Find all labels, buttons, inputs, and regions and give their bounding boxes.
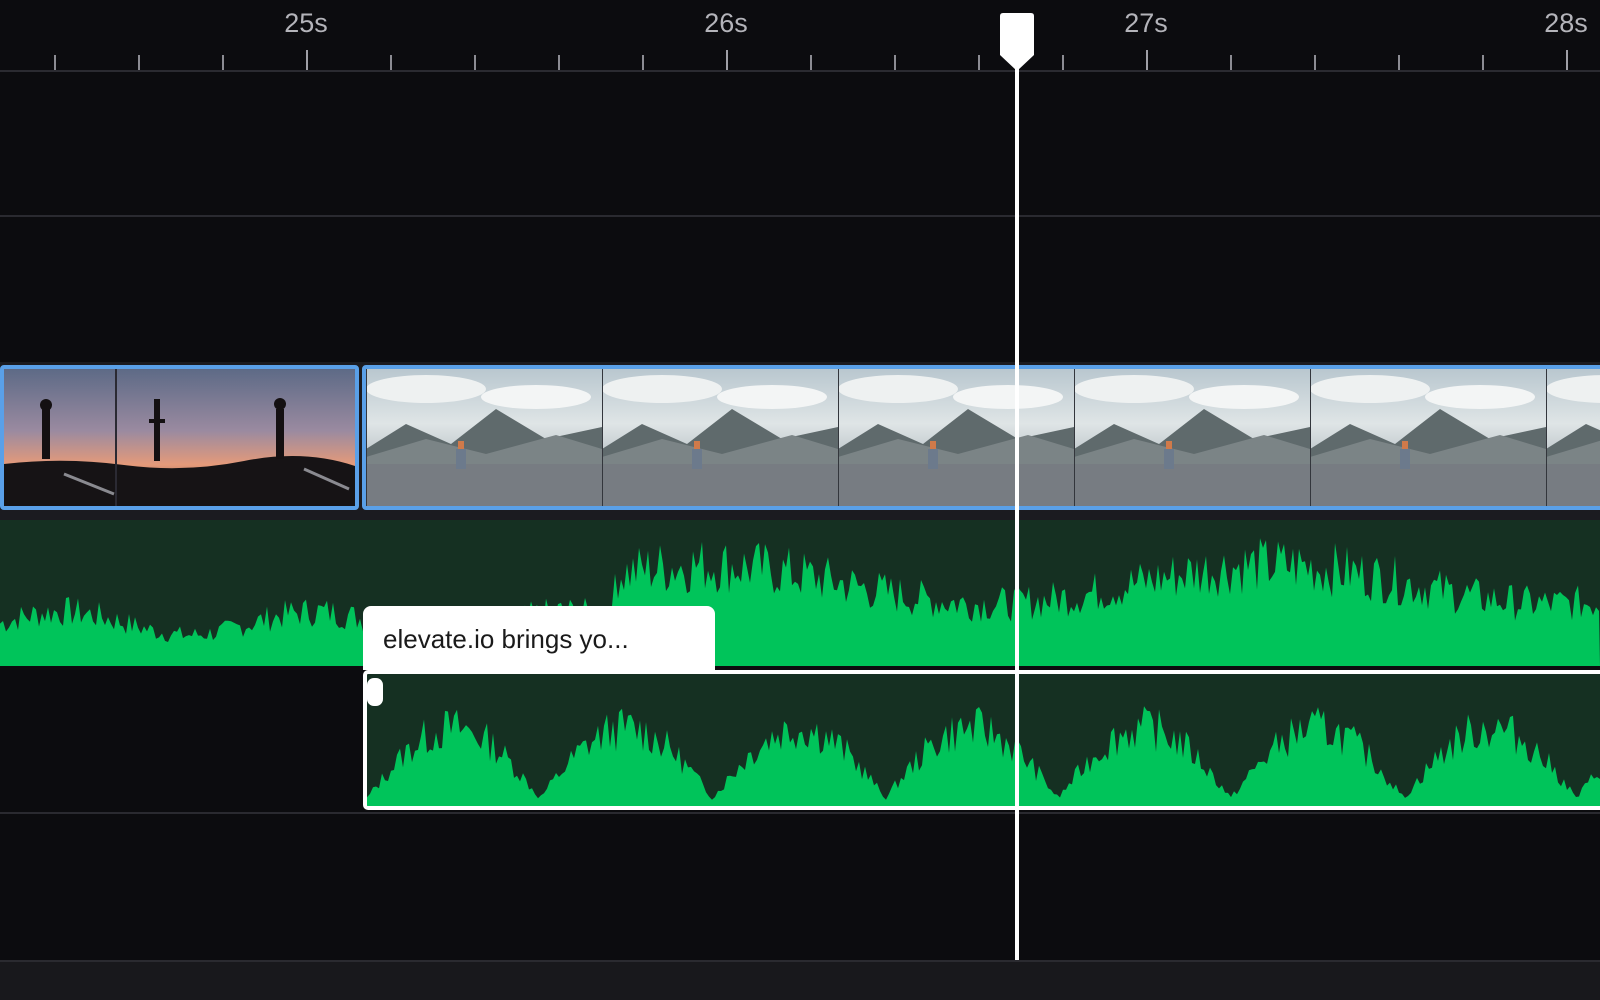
- ruler-tick: [222, 55, 224, 70]
- playhead-line[interactable]: [1015, 50, 1019, 960]
- audio-track-music[interactable]: [0, 520, 1600, 666]
- ruler-tick: [390, 55, 392, 70]
- playhead-handle[interactable]: [1000, 13, 1034, 71]
- ruler-tick: [558, 55, 560, 70]
- clip-trim-handle[interactable]: [367, 678, 383, 706]
- ruler-tick: [138, 55, 140, 70]
- ruler-tick: [810, 55, 812, 70]
- video-clip-mountain-road[interactable]: [362, 365, 1600, 510]
- voiceover-waveform: [367, 706, 1600, 806]
- ruler-tick: [726, 50, 728, 70]
- ruler-tick: [54, 55, 56, 70]
- ruler-tick: [1566, 50, 1568, 70]
- ruler-label-27s: 27s: [1124, 8, 1168, 38]
- ruler-tick: [1062, 55, 1064, 70]
- ruler-label-25s: 25s: [284, 8, 328, 38]
- ruler-tick: [642, 55, 644, 70]
- ruler-tick: [978, 55, 980, 70]
- timeline-scrollbar[interactable]: [0, 960, 1600, 1000]
- ruler-tick: [1230, 55, 1232, 70]
- ruler-tick: [306, 50, 308, 70]
- ruler-tick: [474, 55, 476, 70]
- sunset-thumbnails: [4, 369, 355, 506]
- mountain-thumbnails: [366, 369, 1600, 506]
- ruler-tick: [1398, 55, 1400, 70]
- ruler-tick: [894, 55, 896, 70]
- video-clip-sunset[interactable]: [0, 365, 359, 510]
- timeline-ruler[interactable]: 25s 26s 27s 28s: [0, 0, 1600, 72]
- empty-track-3[interactable]: [0, 814, 1600, 960]
- voiceover-caption[interactable]: elevate.io brings yo...: [363, 606, 715, 670]
- ruler-tick: [1314, 55, 1316, 70]
- ruler-label-28s: 28s: [1544, 8, 1588, 38]
- empty-track-2[interactable]: [0, 217, 1600, 362]
- track-gap: [0, 510, 1600, 520]
- ruler-label-26s: 26s: [704, 8, 748, 38]
- ruler-tick: [1146, 50, 1148, 70]
- music-waveform: [0, 538, 1600, 666]
- empty-track-1[interactable]: [0, 72, 1600, 215]
- ruler-tick: [1482, 55, 1484, 70]
- voiceover-clip[interactable]: [363, 670, 1600, 810]
